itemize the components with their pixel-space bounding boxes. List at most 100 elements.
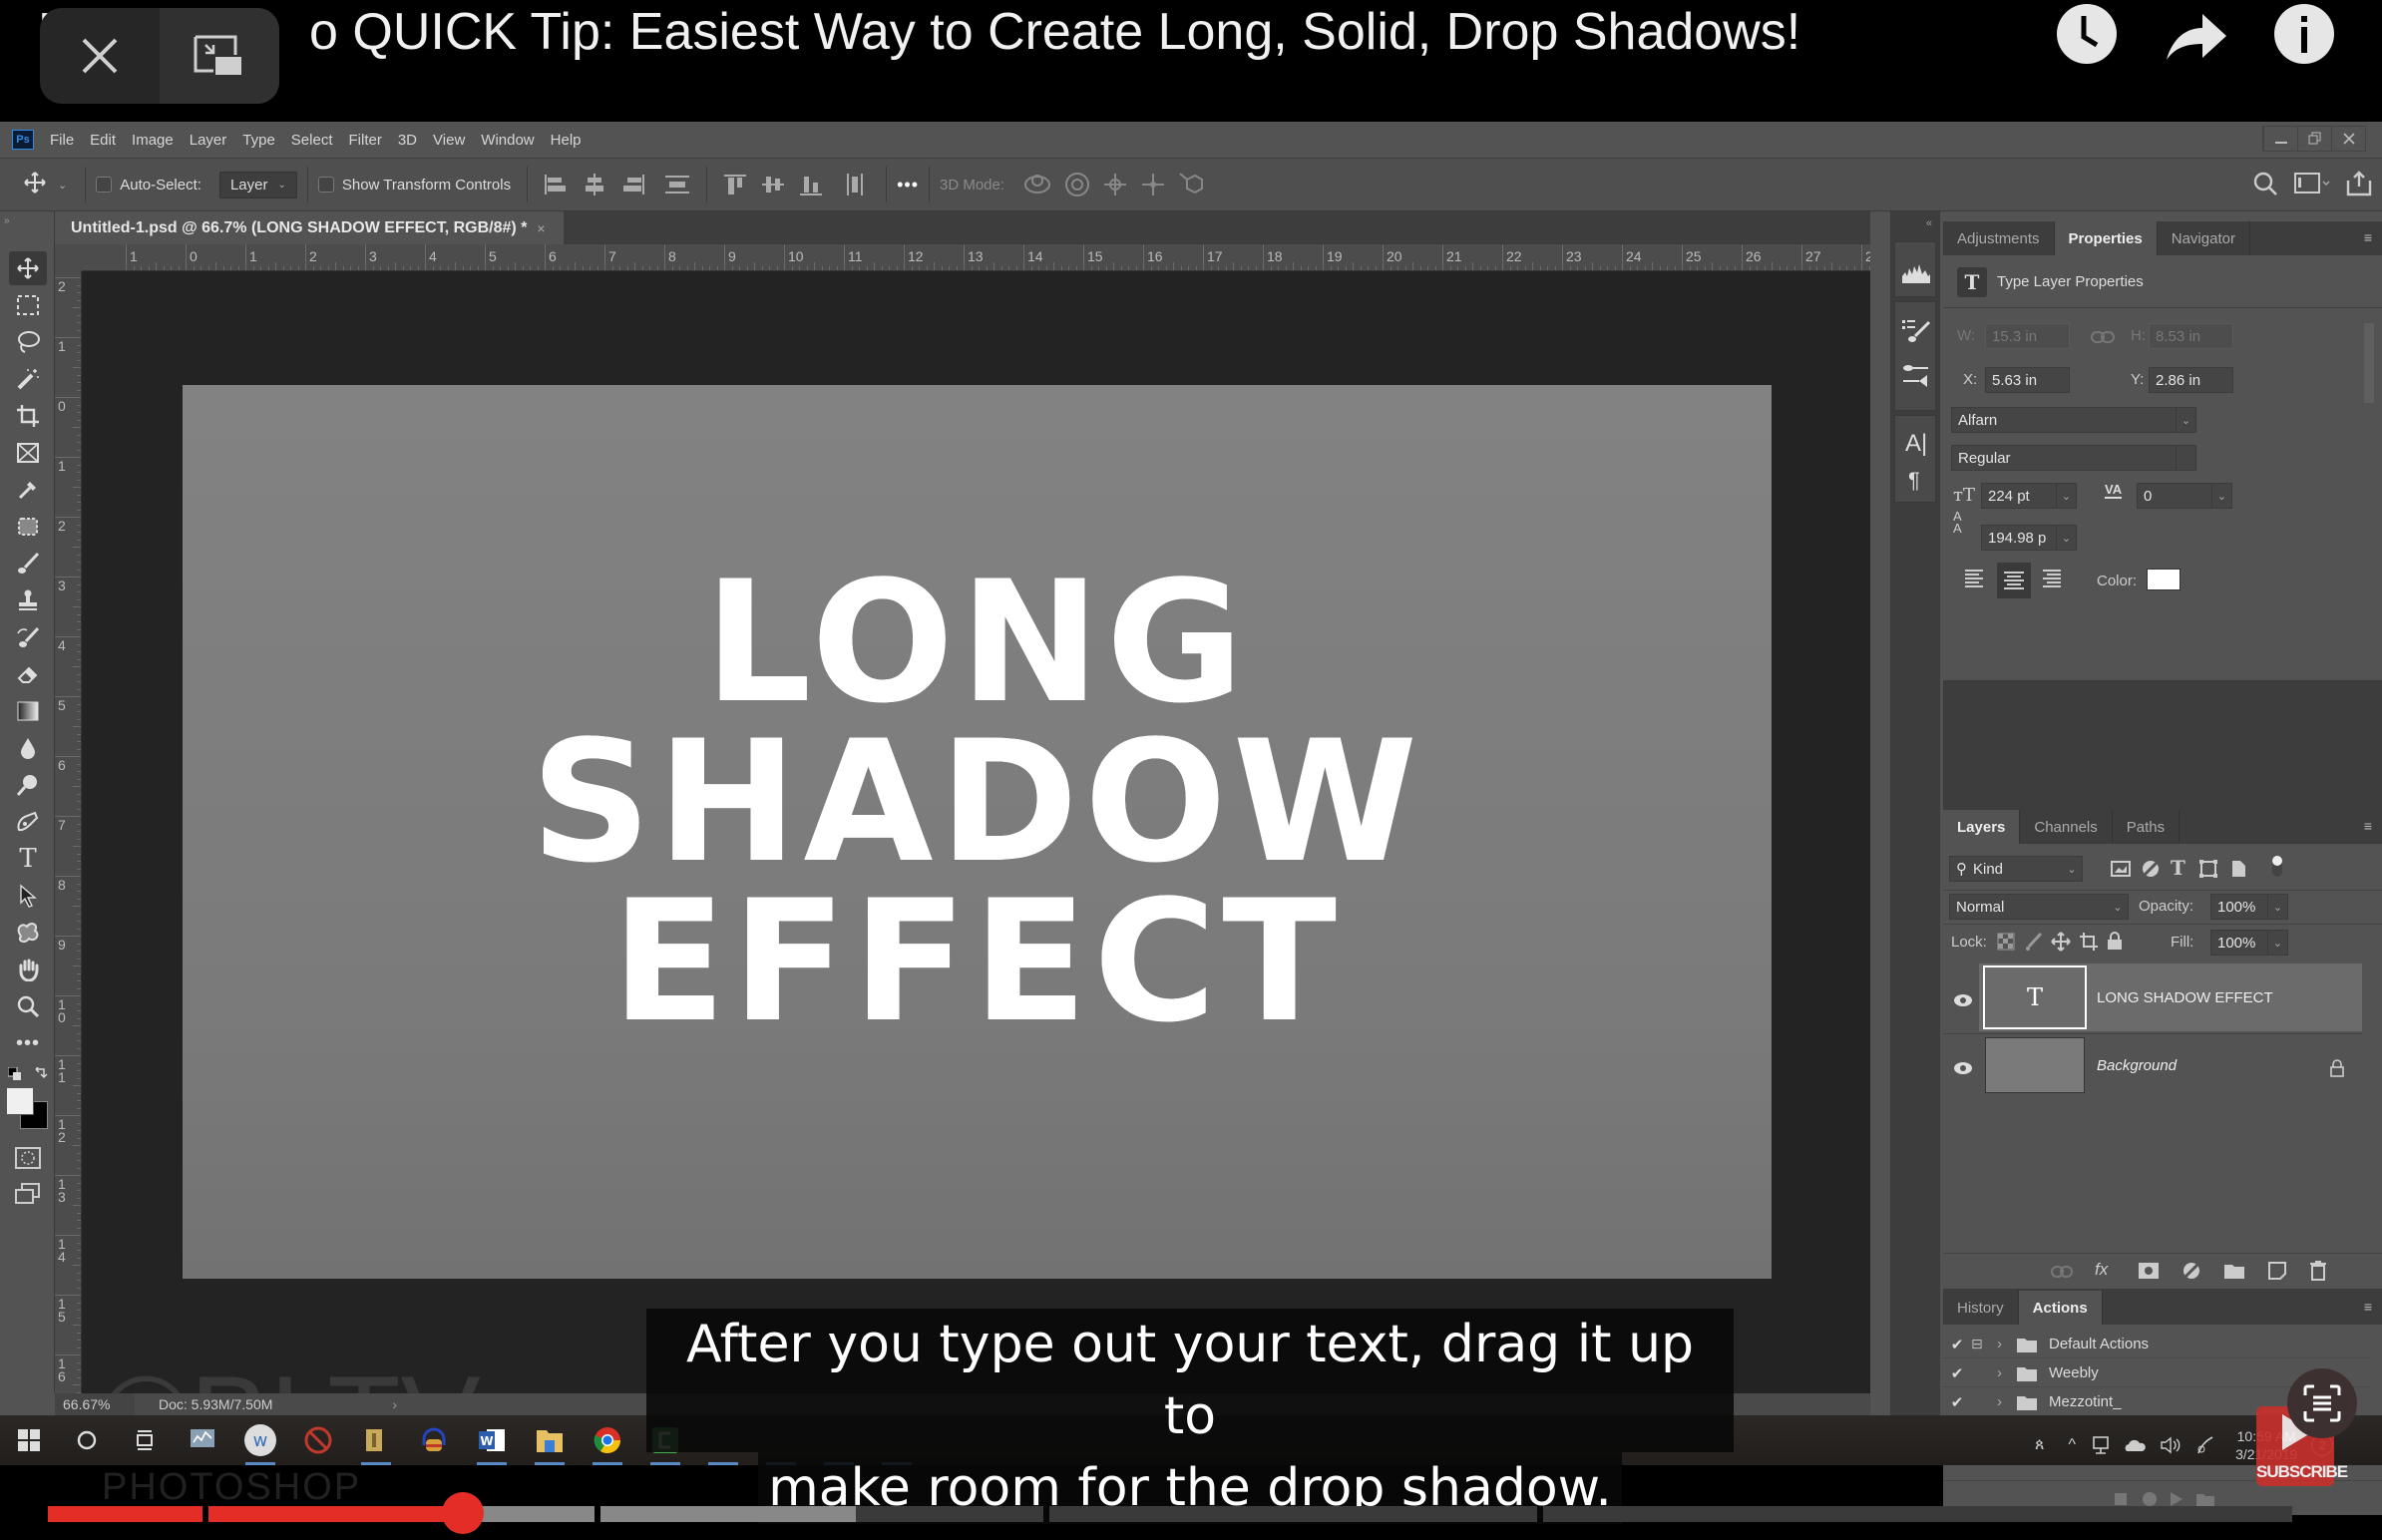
filter-type-icon[interactable]: T [2171,856,2185,880]
filter-toggle[interactable] [2270,854,2284,878]
menu-help[interactable]: Help [551,132,582,149]
layer-filter-dropdown[interactable]: ⚲ Kind ⌄ [1949,856,2083,882]
menu-image[interactable]: Image [132,132,174,149]
taskbar-app-weebly[interactable]: w [237,1417,283,1465]
brush-settings-icon[interactable] [1901,362,1931,388]
width-field[interactable]: 15.3 in [1985,323,2070,349]
align-horizontal-center-button[interactable] [581,173,608,196]
stop-icon[interactable] [2115,1493,2127,1505]
filter-pixel-icon[interactable] [2111,860,2131,878]
taskbar-app-word[interactable]: W [469,1417,515,1465]
tool-type[interactable]: T [9,842,47,876]
taskbar-app-archive[interactable] [353,1417,399,1465]
tool-crop[interactable] [9,399,47,433]
align-bottom-button[interactable] [798,173,826,196]
chevron-down-icon[interactable]: ⌄ [58,179,67,192]
share-button[interactable] [2165,4,2226,64]
menu-filter[interactable]: Filter [349,132,382,149]
close-window-button[interactable] [2331,127,2365,151]
minimize-button[interactable] [2263,127,2297,151]
search-icon[interactable] [2252,171,2278,196]
brush-presets-icon[interactable] [1901,318,1931,344]
lock-artboard-icon[interactable] [2079,932,2099,952]
progress-unbuffered[interactable] [1049,1506,1538,1522]
tool-hand[interactable] [9,953,47,986]
3d-orbit-icon[interactable] [1022,172,1052,197]
font-style-dropdown[interactable]: Regular [1951,445,2196,471]
people-icon[interactable]: ጰ [2035,1436,2045,1454]
foreground-color-swatch[interactable] [6,1087,34,1115]
link-icon[interactable] [2091,330,2115,344]
taskbar-app-file-explorer[interactable] [527,1417,573,1465]
align-center-text-button[interactable] [1997,563,2031,598]
character-icon[interactable]: A| [1905,430,1927,458]
panel-menu-icon[interactable]: ≡ [2364,818,2372,834]
close-tab-button[interactable]: × [537,220,545,236]
status-menu-arrow[interactable]: › [392,1396,397,1412]
checkmark-icon[interactable]: ✔ [1943,1336,1971,1353]
task-view-button[interactable] [122,1417,168,1463]
tool-gradient[interactable] [9,694,47,728]
tab-paths[interactable]: Paths [2113,810,2181,844]
fill-field[interactable]: 100% ⌄ [2210,930,2288,956]
tool-patch[interactable] [9,510,47,544]
video-progress-bar[interactable] [48,1506,2292,1522]
visibility-eye-icon[interactable] [1953,993,1973,1007]
distribute-vertical-button[interactable] [843,173,871,196]
new-adjustment-icon[interactable] [2183,1262,2200,1280]
leading-field[interactable]: 194.98 p ⌄ [1981,525,2077,551]
share-export-icon[interactable] [2346,171,2372,196]
tool-blur[interactable] [9,731,47,765]
taskbar-app-monitor[interactable] [180,1417,225,1463]
progress-played[interactable] [207,1506,464,1522]
document-tab[interactable]: Untitled-1.psd @ 66.7% (LONG SHADOW EFFE… [55,211,564,244]
tool-magic-wand[interactable] [9,362,47,396]
tool-eyedropper[interactable] [9,473,47,507]
record-icon[interactable] [2143,1492,2157,1506]
horizontal-ruler[interactable]: 1 0 1 2 3 4 5 6 7 8 9 10 11 12 13 14 15 16 17 18 19 20 21 22 23 2… [82,244,1870,271]
network-icon[interactable] [2090,1436,2110,1454]
start-button[interactable] [6,1417,52,1463]
new-group-icon[interactable] [2224,1263,2244,1279]
taskbar-app-media[interactable] [411,1417,457,1463]
font-family-dropdown[interactable]: Alfarn ⌄ [1951,407,2196,433]
align-right-text-button[interactable] [2039,567,2067,596]
close-button[interactable] [40,8,160,104]
text-color-swatch[interactable] [2147,569,2181,590]
tool-pen[interactable] [9,805,47,839]
layer-name[interactable]: Background [2097,1057,2177,1074]
link-layers-icon[interactable] [2051,1266,2073,1278]
paragraph-icon[interactable]: ¶ [1908,468,1920,494]
tool-lasso[interactable] [9,325,47,359]
3d-pan-icon[interactable] [1102,172,1128,197]
delete-layer-icon[interactable] [2310,1261,2326,1281]
more-options-button[interactable]: ••• [897,175,919,195]
watch-later-button[interactable] [2057,4,2117,64]
lock-pixels-icon[interactable] [2025,933,2043,951]
ruler-origin[interactable] [55,244,82,271]
filter-adjustment-icon[interactable] [2141,859,2161,879]
tool-rectangular-marquee[interactable] [9,288,47,322]
new-layer-icon[interactable] [2268,1262,2286,1280]
checkmark-icon[interactable]: ✔ [1943,1393,1971,1411]
3d-slide-icon[interactable] [1140,172,1166,197]
x-field[interactable]: 5.63 in [1985,367,2070,393]
menu-file[interactable]: File [50,132,74,149]
workspace-icon[interactable] [2294,172,2330,195]
add-mask-icon[interactable] [2139,1263,2159,1279]
tracking-field[interactable]: 0 ⌄ [2137,483,2232,509]
visibility-eye-icon[interactable] [1953,1061,1973,1075]
menu-layer[interactable]: Layer [190,132,227,149]
align-right-button[interactable] [618,173,646,196]
tab-history[interactable]: History [1943,1291,2019,1325]
tab-channels[interactable]: Channels [2020,810,2113,844]
show-transform-checkbox[interactable] [317,177,334,192]
lock-transparent-icon[interactable] [1997,933,2015,951]
properties-scrollbar[interactable] [2362,301,2376,670]
progress-unbuffered[interactable] [1543,1506,2292,1522]
collapse-toolbox-icon[interactable]: » [4,215,10,226]
tool-frame[interactable] [9,436,47,470]
menu-select[interactable]: Select [291,132,333,149]
document-canvas[interactable]: LONG SHADOW EFFECT [183,385,1772,1279]
canvas-area[interactable]: LONG SHADOW EFFECT ©BLTVPHOTOSHOP [82,271,1870,1506]
